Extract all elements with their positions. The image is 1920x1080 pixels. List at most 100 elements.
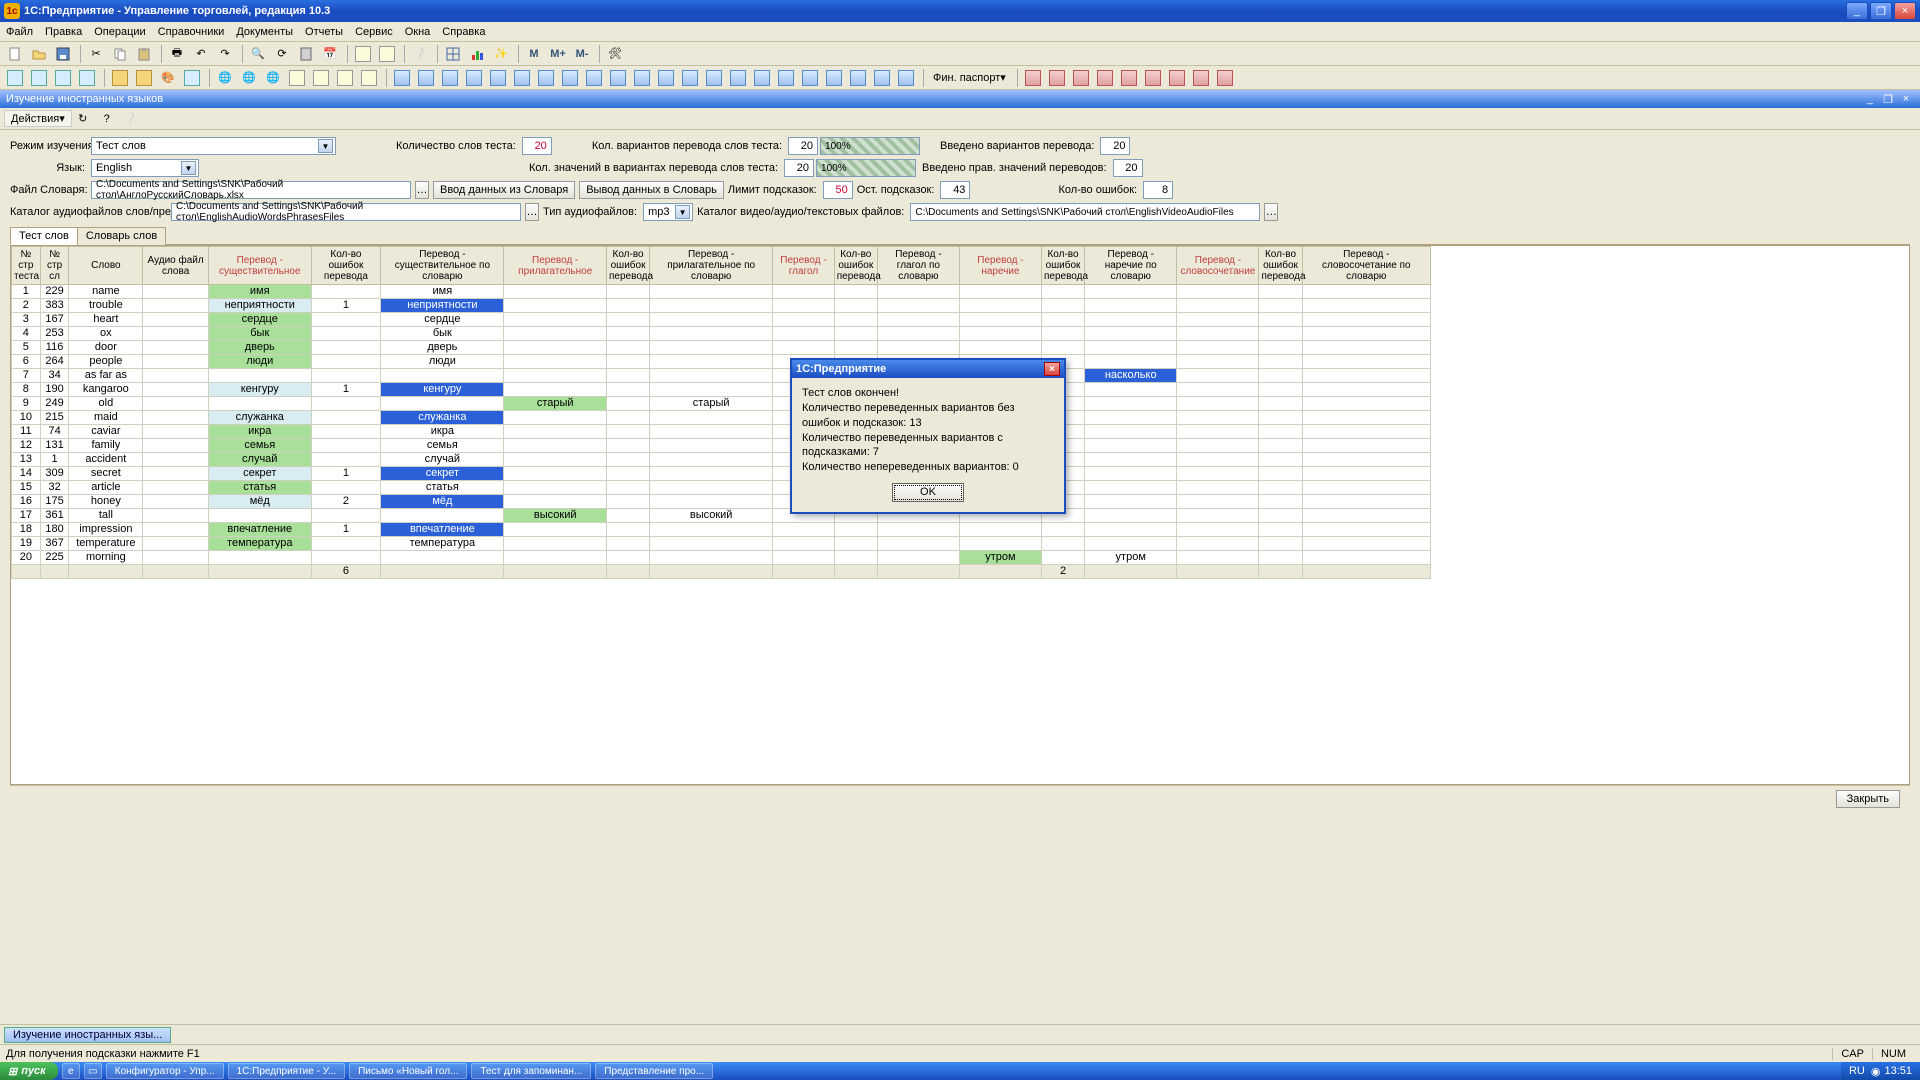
t2-ext-14-icon[interactable] xyxy=(727,67,749,89)
action-icon-1[interactable]: ↻ xyxy=(72,108,94,130)
table-row[interactable]: 14309secretсекрет1секрет xyxy=(12,467,1431,481)
col-header[interactable]: Перевод - существительное xyxy=(208,247,311,285)
t2-2-icon[interactable] xyxy=(28,67,50,89)
col-header[interactable]: Перевод - глагол по словарю xyxy=(877,247,959,285)
close-inner-button[interactable]: Закрыть xyxy=(1836,790,1900,808)
grid[interactable]: № стр теста№ стр слСловоАудио файл слова… xyxy=(10,245,1910,785)
taskbar-item[interactable]: Письмо «Новый гол... xyxy=(349,1063,467,1079)
table-row[interactable]: 19367temperatureтемпературатемпература xyxy=(12,537,1431,551)
table-row[interactable]: 18180impressionвпечатление1впечатление xyxy=(12,523,1431,537)
action-icon-2[interactable]: ? xyxy=(96,108,118,130)
dict-browse-button[interactable]: … xyxy=(415,181,429,199)
menu-catalogs[interactable]: Справочники xyxy=(158,26,225,38)
paste-icon[interactable] xyxy=(133,43,155,65)
t2-tail-5-icon[interactable] xyxy=(1142,67,1164,89)
lang-select[interactable]: English▼ xyxy=(91,159,199,177)
t2-ext-21-icon[interactable] xyxy=(895,67,917,89)
t2-tail-8-icon[interactable] xyxy=(1214,67,1236,89)
table-row[interactable]: 3167heartсердцесердце xyxy=(12,313,1431,327)
t2-3-icon[interactable] xyxy=(52,67,74,89)
system-tray[interactable]: RU ◉ 13:51 xyxy=(1841,1062,1920,1080)
action-help-icon[interactable]: ❔ xyxy=(120,108,142,130)
menu-file[interactable]: Файл xyxy=(6,26,33,38)
col-header[interactable]: Кол-во ошибок перевода xyxy=(834,247,877,285)
tray-net-icon[interactable]: ◉ xyxy=(1871,1065,1881,1078)
menu-service[interactable]: Сервис xyxy=(355,26,393,38)
taskbar-item[interactable]: Конфигуратор - Упр... xyxy=(106,1063,224,1079)
taskbar-item[interactable]: 1С:Предприятие - У... xyxy=(228,1063,345,1079)
t2-tail-6-icon[interactable] xyxy=(1166,67,1188,89)
t2-ext-17-icon[interactable] xyxy=(799,67,821,89)
redo-icon[interactable]: ↷ xyxy=(214,43,236,65)
t2-ext-19-icon[interactable] xyxy=(847,67,869,89)
t2-ext-18-icon[interactable] xyxy=(823,67,845,89)
t2-ext-15-icon[interactable] xyxy=(751,67,773,89)
sub-close-button[interactable]: × xyxy=(1898,92,1914,106)
more1-icon[interactable] xyxy=(352,43,374,65)
sub-maximize-button[interactable]: ❐ xyxy=(1880,92,1896,106)
table-row[interactable]: 10215maidслужанкаслужанка xyxy=(12,411,1431,425)
t2-ext-2-icon[interactable] xyxy=(439,67,461,89)
t2-9-icon[interactable]: 🌐 xyxy=(214,67,236,89)
table-row[interactable]: 12131familyсемьясемья xyxy=(12,439,1431,453)
minimize-button[interactable]: _ xyxy=(1846,2,1868,20)
export-dict-button[interactable]: Вывод данных в Словарь xyxy=(579,181,724,199)
t2-ext-9-icon[interactable] xyxy=(607,67,629,89)
cnt-words-value[interactable]: 20 xyxy=(522,137,552,155)
t2-ext-6-icon[interactable] xyxy=(535,67,557,89)
quick-ie-icon[interactable]: e xyxy=(62,1063,80,1079)
menu-operations[interactable]: Операции xyxy=(94,26,145,38)
table-row[interactable]: 734as far asнасколько2насколько xyxy=(12,369,1431,383)
tab-test[interactable]: Тест слов xyxy=(10,227,78,245)
table-row[interactable]: 131accidentслучайслучай xyxy=(12,453,1431,467)
calc-icon[interactable] xyxy=(295,43,317,65)
menu-edit[interactable]: Правка xyxy=(45,26,82,38)
table-row[interactable]: 1174caviarикраикра xyxy=(12,425,1431,439)
col-header[interactable]: Перевод - наречие по словарю xyxy=(1085,247,1177,285)
sub-minimize-button[interactable]: _ xyxy=(1862,92,1878,106)
dialog-ok-button[interactable]: OK xyxy=(892,483,964,502)
fin-passport-button[interactable]: Фин. паспорт ▾ xyxy=(928,67,1011,89)
t2-6-icon[interactable] xyxy=(133,67,155,89)
col-header[interactable]: Перевод - глагол xyxy=(773,247,835,285)
calendar-icon[interactable]: 📅 xyxy=(319,43,341,65)
t2-ext-4-icon[interactable] xyxy=(487,67,509,89)
m-plus-icon[interactable]: M+ xyxy=(547,43,569,65)
t2-tail-0-icon[interactable] xyxy=(1022,67,1044,89)
cut-icon[interactable]: ✂ xyxy=(85,43,107,65)
t2-ext-16-icon[interactable] xyxy=(775,67,797,89)
t2-ext-20-icon[interactable] xyxy=(871,67,893,89)
col-header[interactable]: № стр теста xyxy=(12,247,41,285)
save-icon[interactable] xyxy=(52,43,74,65)
audio-path-input[interactable]: C:\Documents and Settings\SNK\Рабочий ст… xyxy=(171,203,521,221)
t2-ext-12-icon[interactable] xyxy=(679,67,701,89)
col-header[interactable]: № стр сл xyxy=(40,247,69,285)
tray-clock[interactable]: 13:51 xyxy=(1884,1065,1912,1077)
col-header[interactable]: Перевод - словосочетание по словарю xyxy=(1302,247,1430,285)
t2-ext-1-icon[interactable] xyxy=(415,67,437,89)
t2-10-icon[interactable]: 🌐 xyxy=(238,67,260,89)
col-header[interactable]: Перевод - прилагательное xyxy=(504,247,607,285)
menu-help[interactable]: Справка xyxy=(442,26,485,38)
t2-15-icon[interactable] xyxy=(358,67,380,89)
col-header[interactable]: Кол-во ошибок перевода xyxy=(1041,247,1084,285)
open-icon[interactable] xyxy=(28,43,50,65)
t2-7-icon[interactable]: 🎨 xyxy=(157,67,179,89)
table-row[interactable]: 1229nameимяимя xyxy=(12,285,1431,299)
t2-tail-2-icon[interactable] xyxy=(1070,67,1092,89)
t2-ext-10-icon[interactable] xyxy=(631,67,653,89)
table-row[interactable]: 17361tallвысокийвысокий xyxy=(12,509,1431,523)
copy-icon[interactable] xyxy=(109,43,131,65)
video-browse-button[interactable]: … xyxy=(1264,203,1278,221)
col-header[interactable]: Перевод - словосочетание xyxy=(1177,247,1259,285)
t2-ext-3-icon[interactable] xyxy=(463,67,485,89)
t2-4-icon[interactable] xyxy=(76,67,98,89)
table-row[interactable]: 6264peopleлюдилюди xyxy=(12,355,1431,369)
t2-tail-7-icon[interactable] xyxy=(1190,67,1212,89)
start-button[interactable]: ⊞пуск xyxy=(0,1062,58,1080)
col-header[interactable]: Перевод - наречие xyxy=(959,247,1041,285)
find-icon[interactable]: 🔍 xyxy=(247,43,269,65)
t2-14-icon[interactable] xyxy=(334,67,356,89)
dict-path-input[interactable]: C:\Documents and Settings\SNK\Рабочий ст… xyxy=(91,181,411,199)
col-header[interactable]: Перевод - существительное по словарю xyxy=(381,247,504,285)
